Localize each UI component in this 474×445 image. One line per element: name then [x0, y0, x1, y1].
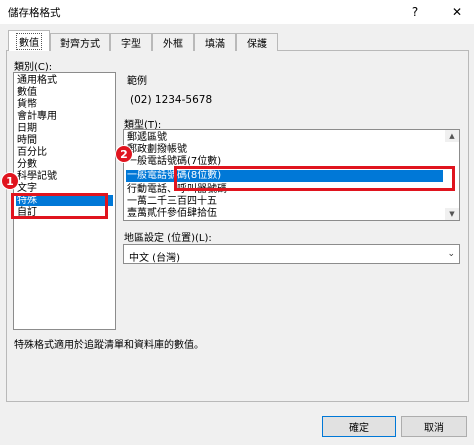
tab-protection-label: 保護 — [247, 39, 267, 50]
category-item[interactable]: 貨幣 — [16, 99, 113, 110]
category-item[interactable]: 數值 — [16, 87, 113, 98]
tab-border[interactable]: 外框 — [152, 33, 194, 51]
tab-border-label: 外框 — [163, 39, 183, 50]
highlight-box-category — [11, 193, 108, 219]
annotation-badge-1: 1 — [1, 172, 19, 190]
category-item[interactable]: 分數 — [16, 159, 113, 170]
category-item[interactable]: 日期 — [16, 123, 113, 134]
category-item[interactable]: 會計專用 — [16, 111, 113, 122]
chevron-down-icon[interactable]: ⌄ — [447, 249, 455, 259]
category-label: 類別(C): — [14, 62, 53, 73]
type-item[interactable]: 郵政劃撥帳號 — [126, 144, 457, 155]
tab-fill[interactable]: 填滿 — [194, 33, 236, 51]
annotation-badge-2: 2 — [115, 145, 133, 163]
tab-protection[interactable]: 保護 — [236, 33, 278, 51]
tab-alignment-label: 對齊方式 — [60, 39, 100, 50]
format-description: 特殊格式適用於追蹤清單和資料庫的數值。 — [14, 340, 204, 351]
type-item[interactable]: 郵遞區號 — [126, 132, 457, 143]
locale-select[interactable]: 中文 (台灣) ⌄ — [123, 244, 460, 264]
category-item[interactable]: 時間 — [16, 135, 113, 146]
tab-font-label: 字型 — [121, 39, 141, 50]
sample-value: (02) 1234-5678 — [130, 94, 213, 106]
category-item[interactable]: 科學記號 — [16, 171, 113, 182]
scroll-down-arrow-icon[interactable]: ▼ — [445, 208, 459, 220]
cancel-button[interactable]: 取消 — [401, 416, 467, 437]
scroll-up-arrow-icon[interactable]: ▲ — [445, 130, 459, 142]
highlight-box-type — [174, 166, 455, 191]
tab-alignment[interactable]: 對齊方式 — [50, 33, 110, 51]
tab-number[interactable]: 數值 — [8, 30, 50, 51]
category-item[interactable]: 百分比 — [16, 147, 113, 158]
category-item[interactable]: 通用格式 — [16, 75, 113, 86]
help-button[interactable]: ? — [400, 1, 430, 23]
locale-label: 地區設定 (位置)(L): — [124, 233, 212, 244]
locale-value: 中文 (台灣) — [129, 253, 180, 264]
tab-fill-label: 填滿 — [205, 39, 225, 50]
type-item[interactable]: 壹萬貳仟參佰肆拾伍 — [126, 208, 457, 219]
close-button[interactable]: ✕ — [442, 1, 472, 23]
type-item[interactable]: 一萬二千三百四十五 — [126, 196, 457, 207]
sample-label: 範例 — [127, 76, 147, 87]
dialog-title: 儲存格格式 — [8, 7, 61, 19]
ok-button[interactable]: 確定 — [322, 416, 396, 437]
tab-number-label: 數值 — [16, 32, 42, 50]
tab-font[interactable]: 字型 — [110, 33, 152, 51]
